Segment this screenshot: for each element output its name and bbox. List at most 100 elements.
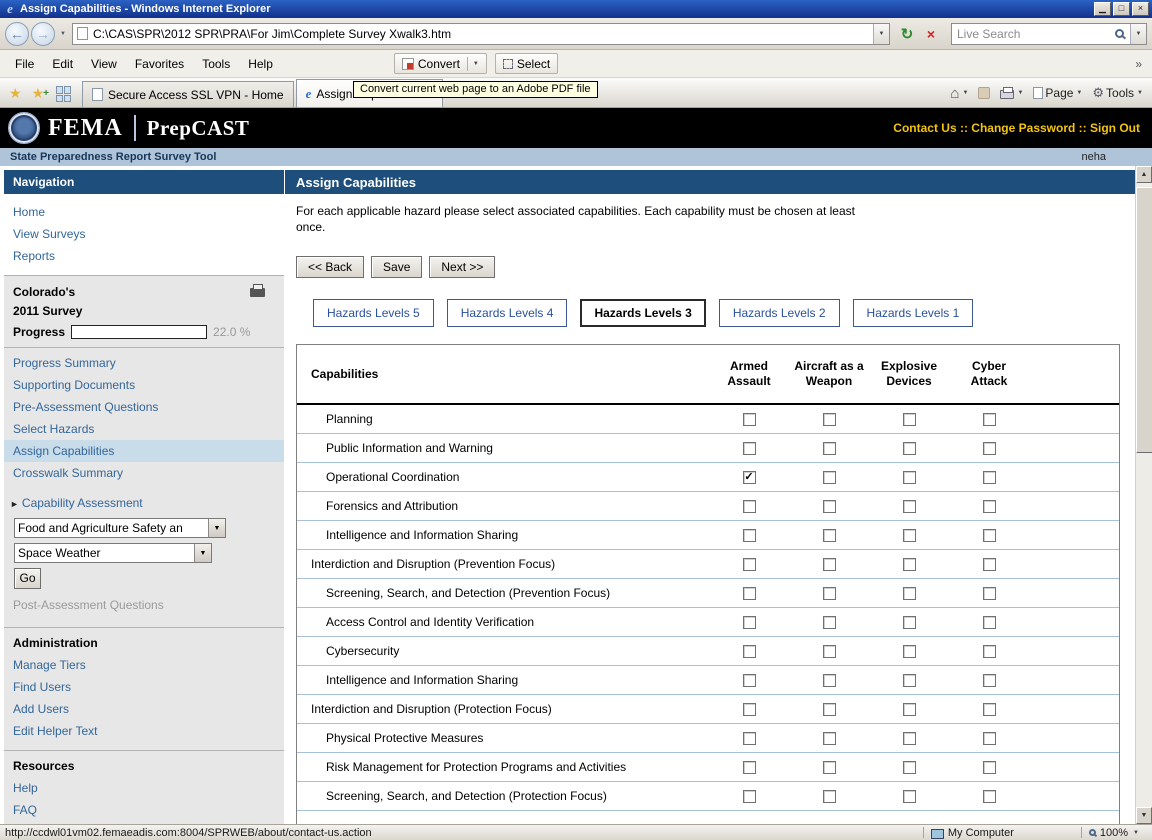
capability-checkbox[interactable]	[903, 732, 916, 745]
capability-checkbox[interactable]	[823, 645, 836, 658]
toolbar-overflow-icon[interactable]: »	[1135, 57, 1146, 71]
menu-favorites[interactable]: Favorites	[126, 53, 193, 75]
save-button[interactable]: Save	[371, 256, 422, 278]
back-button[interactable]: << Back	[296, 256, 364, 278]
capability-checkbox[interactable]	[743, 674, 756, 687]
capability-checkbox[interactable]	[903, 645, 916, 658]
menu-edit[interactable]: Edit	[43, 53, 82, 75]
fema-link-sign-out[interactable]: Sign Out	[1090, 121, 1140, 135]
zoom-dropdown-icon[interactable]: ▼	[1133, 830, 1139, 836]
capability-checkbox[interactable]	[743, 761, 756, 774]
next-button[interactable]: Next >>	[429, 256, 495, 278]
menu-file[interactable]: File	[6, 53, 43, 75]
capability-checkbox[interactable]	[823, 442, 836, 455]
address-url[interactable]: C:\CAS\SPR\2012 SPR\PRA\For Jim\Complete…	[93, 27, 873, 41]
capability-checkbox[interactable]	[823, 500, 836, 513]
hazard-tab-hazards-levels-1[interactable]: Hazards Levels 1	[853, 299, 974, 327]
select-button[interactable]: Select	[495, 53, 558, 74]
capability-checkbox[interactable]	[743, 558, 756, 571]
capability-checkbox[interactable]	[903, 703, 916, 716]
search-input[interactable]: Live Search ▼	[951, 23, 1147, 45]
capability-checkbox[interactable]	[903, 674, 916, 687]
capability-checkbox[interactable]	[823, 703, 836, 716]
stop-icon[interactable]: ×	[919, 22, 943, 46]
history-dropdown-icon[interactable]: ▼	[57, 31, 69, 37]
capability-checkbox[interactable]	[823, 413, 836, 426]
search-dropdown-icon[interactable]: ▼	[1130, 24, 1146, 44]
capability-dropdown-2[interactable]: Space Weather ▼	[14, 543, 212, 563]
hazard-tab-hazards-levels-5[interactable]: Hazards Levels 5	[313, 299, 434, 327]
sidebar-item-pre-assessment-questions[interactable]: Pre-Assessment Questions	[4, 396, 284, 418]
capability-checkbox[interactable]	[983, 790, 996, 803]
capability-checkbox[interactable]	[743, 500, 756, 513]
sidebar-item-progress-summary[interactable]: Progress Summary	[4, 352, 284, 374]
scroll-down-icon[interactable]: ▼	[1136, 807, 1152, 824]
capability-checkbox[interactable]	[823, 674, 836, 687]
sidebar-item-select-hazards[interactable]: Select Hazards	[4, 418, 284, 440]
capability-checkbox[interactable]	[743, 703, 756, 716]
scrollbar-thumb[interactable]	[1136, 187, 1152, 453]
capability-checkbox[interactable]	[983, 529, 996, 542]
capability-checkbox[interactable]	[823, 587, 836, 600]
feeds-icon[interactable]	[973, 81, 995, 105]
tab-secure-access-ssl-vpn-home[interactable]: Secure Access SSL VPN - Home	[82, 81, 294, 107]
sidebar-item-add-users[interactable]: Add Users	[4, 698, 284, 720]
capability-checkbox[interactable]	[823, 732, 836, 745]
hazard-tab-hazards-levels-2[interactable]: Hazards Levels 2	[719, 299, 840, 327]
capability-checkbox[interactable]	[743, 616, 756, 629]
fema-link-contact-us[interactable]: Contact Us	[893, 121, 956, 135]
zoom-level[interactable]: 100%	[1100, 827, 1128, 839]
favorites-center-icon[interactable]: ★	[4, 81, 27, 105]
capability-checkbox[interactable]	[823, 558, 836, 571]
minimize-button[interactable]: ▁	[1094, 2, 1111, 16]
address-dropdown-icon[interactable]: ▼	[873, 24, 889, 44]
forward-icon[interactable]: →	[31, 22, 55, 46]
dropdown-arrow-icon[interactable]: ▼	[194, 544, 211, 562]
convert-button[interactable]: Convert ▼	[394, 53, 487, 74]
capability-dropdown-1[interactable]: Food and Agriculture Safety an ▼	[14, 518, 226, 538]
capability-checkbox[interactable]	[743, 732, 756, 745]
print-survey-icon[interactable]	[250, 288, 265, 297]
capability-checkbox[interactable]	[823, 761, 836, 774]
sidebar-item-crosswalk-summary[interactable]: Crosswalk Summary	[4, 462, 284, 484]
go-button[interactable]: Go	[14, 568, 41, 589]
sidebar-item-reports[interactable]: Reports	[4, 245, 284, 267]
capability-checkbox[interactable]	[903, 616, 916, 629]
capability-checkbox[interactable]	[743, 529, 756, 542]
capability-checkbox[interactable]	[983, 616, 996, 629]
capability-checkbox[interactable]	[903, 471, 916, 484]
sidebar-item-manage-tiers[interactable]: Manage Tiers	[4, 654, 284, 676]
sidebar-item-supporting-documents[interactable]: Supporting Documents	[4, 374, 284, 396]
capability-checkbox[interactable]	[743, 442, 756, 455]
capability-checkbox[interactable]	[903, 413, 916, 426]
home-icon[interactable]: ⌂▼	[945, 81, 973, 105]
sidebar-item-view-surveys[interactable]: View Surveys	[4, 223, 284, 245]
sidebar-item-assign-capabilities[interactable]: Assign Capabilities	[4, 440, 284, 462]
tools-menu-button[interactable]: ⚙Tools▼	[1087, 81, 1148, 105]
capability-checkbox[interactable]	[903, 529, 916, 542]
capability-checkbox[interactable]	[823, 790, 836, 803]
print-icon[interactable]: ▼	[995, 81, 1028, 105]
capability-checkbox[interactable]	[983, 442, 996, 455]
sidebar-item-home[interactable]: Home	[4, 201, 284, 223]
menu-help[interactable]: Help	[239, 53, 282, 75]
capability-checkbox[interactable]	[823, 616, 836, 629]
restore-button[interactable]: □	[1113, 2, 1130, 16]
capability-checkbox[interactable]	[743, 587, 756, 600]
capability-checkbox[interactable]	[983, 500, 996, 513]
back-icon[interactable]: ←	[5, 22, 29, 46]
scroll-up-icon[interactable]: ▲	[1136, 166, 1152, 183]
quick-tabs-icon[interactable]	[56, 86, 74, 102]
sidebar-item-capability-assessment[interactable]: ►Capability Assessment	[4, 492, 284, 515]
search-icon[interactable]	[1115, 29, 1124, 38]
dropdown-arrow-icon[interactable]: ▼	[208, 519, 225, 537]
capability-checkbox[interactable]	[743, 413, 756, 426]
scrollbar-track[interactable]	[1136, 183, 1152, 807]
hazard-tab-hazards-levels-4[interactable]: Hazards Levels 4	[447, 299, 568, 327]
vertical-scrollbar[interactable]: ▲ ▼	[1135, 166, 1152, 824]
capability-checkbox[interactable]	[983, 587, 996, 600]
capability-checkbox[interactable]	[823, 471, 836, 484]
capability-checkbox[interactable]	[903, 761, 916, 774]
capability-checkbox[interactable]	[983, 761, 996, 774]
capability-checkbox[interactable]	[983, 674, 996, 687]
